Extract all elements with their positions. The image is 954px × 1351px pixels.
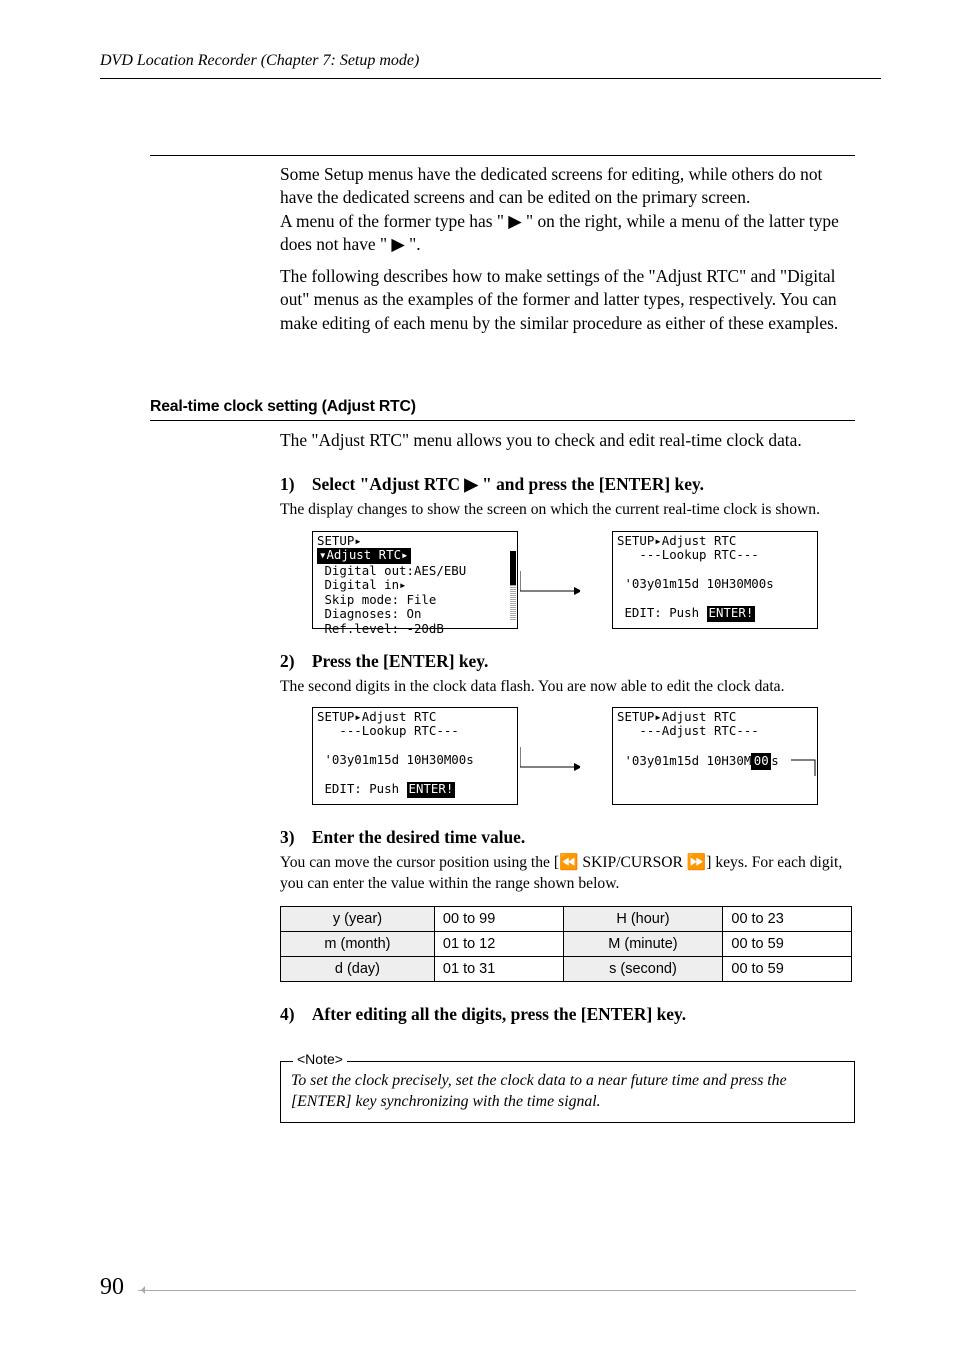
adj-time-sec-flash: 00 [751,753,771,770]
table-row: m (month) 01 to 12 M (minute) 00 to 59 [281,931,852,956]
step-4-head: 4) After editing all the digits, press t… [280,1004,686,1024]
cell: M (minute) [563,931,723,956]
cell: H (hour) [563,906,723,931]
lcd-line [615,784,817,799]
step-2-lcds: SETUP▸Adjust RTC ---Lookup RTC--- '03y01… [312,707,855,805]
lcd-line: ---Adjust RTC--- [615,724,817,739]
step-1-lcds: SETUP▸ ▾Adjust RTC▸ Digital out:AES/EBU … [312,531,855,629]
step-2-head: 2) Press the [ENTER] key. [280,651,488,671]
lcd-edit-a: EDIT: Push [317,781,407,796]
cell: 01 to 12 [434,931,563,956]
lcd-lookup-rtc: SETUP▸Adjust RTC ---Lookup RTC--- '03y01… [312,707,518,805]
right-triangle-icon: ▶ [391,234,404,254]
skip-prev-icon: ⏪ [559,854,578,871]
connector-arrow [520,571,580,621]
lcd-line: EDIT: Push ENTER! [315,782,517,798]
cell: m (month) [281,931,435,956]
lcd-line: ---Lookup RTC--- [615,548,817,563]
cell: 00 to 59 [723,956,852,981]
step-1-head-b: " and press the [ENTER] key. [478,474,704,494]
intro-para-1: Some Setup menus have the dedicated scre… [280,163,855,257]
cell: 00 to 23 [723,906,852,931]
intro-para-2: The following describes how to make sett… [280,265,855,335]
table-row: d (day) 01 to 31 s (second) 00 to 59 [281,956,852,981]
page-number: 90 [100,1274,124,1301]
lcd-line [615,770,817,785]
note-text: To set the clock precisely, set the cloc… [291,1070,844,1113]
cell: 00 to 59 [723,931,852,956]
intro-p1b-a: A menu of the former type has " [280,211,508,231]
lcd-line: '03y01m15d 10H30M00s [315,753,517,768]
step-1-heading: 1) Select "Adjust RTC ▶ " and press the … [280,474,855,495]
lcd-line [615,592,817,607]
step-4-heading: 4) After editing all the digits, press t… [280,1004,855,1025]
skip-next-icon: ⏩ [687,854,706,871]
step-3-head: 3) Enter the desired time value. [280,827,525,847]
lcd-line: ▾Adjust RTC▸ [315,548,517,564]
lcd-line: Skip mode: File [315,593,517,608]
lcd-line: '03y01m15d 10H30M00s [615,577,817,592]
footer-rule-arrow [138,1290,856,1291]
cell: 01 to 31 [434,956,563,981]
lcd-line: Digital out:AES/EBU [315,564,517,579]
lcd-line: EDIT: Push ENTER! [615,606,817,622]
lcd-line: ---Lookup RTC--- [315,724,517,739]
lcd-line: Digital in▸ [315,578,517,593]
section-lead: The "Adjust RTC" menu allows you to chec… [280,429,855,452]
intro-block: Some Setup menus have the dedicated scre… [280,155,855,335]
lcd-line [315,768,517,783]
lcd-edit-a: EDIT: Push [617,605,707,620]
lcd-line: '03y01m15d 10H30M00s [615,753,817,770]
cell: s (second) [563,956,723,981]
cell: 00 to 99 [434,906,563,931]
scrollbar-thumb [510,551,516,585]
lcd-line [615,563,817,578]
running-head-text: DVD Location Recorder (Chapter 7: Setup … [100,52,419,69]
lcd-title: SETUP▸ [315,534,517,549]
s3-desc-b: SKIP/CURSOR [579,854,687,871]
adj-time-b: s [771,753,778,768]
cell: y (year) [281,906,435,931]
step-3-heading: 3) Enter the desired time value. [280,827,855,848]
adj-time-a: '03y01m15d 10H30M [617,753,751,768]
s3-desc-a: You can move the cursor position using t… [280,854,559,871]
step-1-desc: The display changes to show the screen o… [280,499,855,520]
section-body: The "Adjust RTC" menu allows you to chec… [280,421,855,1123]
lcd-adjust-rtc: SETUP▸Adjust RTC ---Adjust RTC--- '03y01… [612,707,818,805]
lcd-title: SETUP▸Adjust RTC [615,534,817,549]
lcd-enter-label: ENTER! [407,782,456,798]
range-table: y (year) 00 to 99 H (hour) 00 to 23 m (m… [280,906,852,982]
lcd-setup-menu: SETUP▸ ▾Adjust RTC▸ Digital out:AES/EBU … [312,531,518,629]
lcd-scrollbar [510,535,516,625]
right-triangle-icon: ▶ [464,474,477,494]
section-title-row: Real-time clock setting (Adjust RTC) [150,398,855,421]
running-head: DVD Location Recorder (Chapter 7: Setup … [100,52,881,79]
lcd-title: SETUP▸Adjust RTC [615,710,817,725]
lcd-enter-label: ENTER! [707,606,756,622]
lcd-line [615,739,817,754]
intro-p1b-c: ". [405,234,421,254]
note-label: <Note> [293,1051,347,1067]
lcd-lookup-rtc: SETUP▸Adjust RTC ---Lookup RTC--- '03y01… [612,531,818,629]
lcd-line: Diagnoses: On [315,607,517,622]
table-row: y (year) 00 to 99 H (hour) 00 to 23 [281,906,852,931]
connector-arrow [520,747,580,797]
cell: d (day) [281,956,435,981]
right-triangle-icon: ▶ [508,211,521,231]
lcd-line [315,739,517,754]
intro-p1a: Some Setup menus have the dedicated scre… [280,164,822,207]
step-2-desc: The second digits in the clock data flas… [280,676,855,697]
step-3-desc: You can move the cursor position using t… [280,852,855,894]
lcd-title: SETUP▸Adjust RTC [315,710,517,725]
section-title: Real-time clock setting (Adjust RTC) [150,398,855,416]
lcd-selected-item: ▾Adjust RTC▸ [317,548,411,564]
step-2-heading: 2) Press the [ENTER] key. [280,651,855,672]
note-box: <Note> To set the clock precisely, set t… [280,1061,855,1124]
step-1-head-a: 1) Select "Adjust RTC [280,474,464,494]
lcd-line: Ref.level: -20dB [315,622,517,637]
